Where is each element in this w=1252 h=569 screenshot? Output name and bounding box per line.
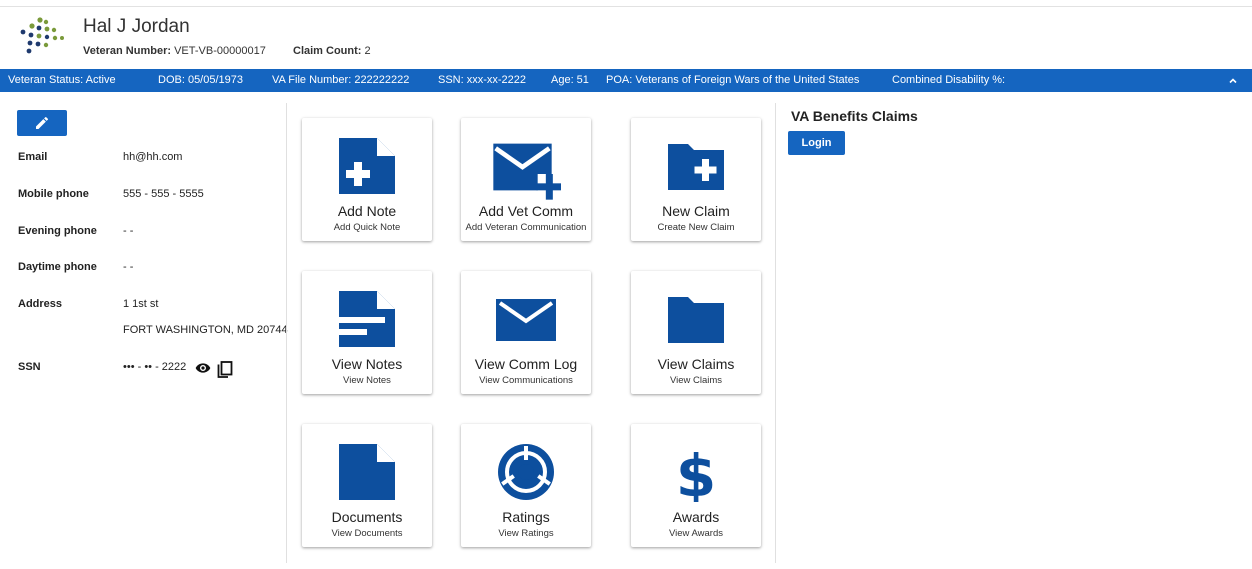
copy-icon[interactable] (217, 361, 233, 379)
chevron-up-icon[interactable] (1226, 74, 1240, 88)
evening-phone-value: - - (123, 225, 134, 237)
mail-add-icon (493, 143, 561, 200)
tile-subtitle: View Notes (343, 375, 391, 386)
tile-title: View Notes (331, 356, 403, 372)
tile-title: Add Note (337, 203, 397, 219)
tile-title: Ratings (502, 509, 550, 525)
tile-title: Awards (672, 509, 720, 525)
document-icon (339, 444, 395, 500)
tile-subtitle: View Awards (668, 528, 724, 539)
folder-add-icon (668, 144, 724, 190)
veteran-number: Veteran Number: VET-VB-00000017 (83, 45, 266, 57)
tile-add-vet-comm[interactable]: Add Vet Comm Add Veteran Communication (461, 118, 591, 241)
dollar-icon: $ (676, 442, 716, 502)
ssn-summary: SSN: xxx-xx-2222 (438, 74, 527, 86)
address-line2: FORT WASHINGTON, MD 20744 (123, 324, 288, 336)
folder-icon (668, 297, 724, 343)
claim-count-value: 2 (364, 45, 371, 57)
daytime-phone-value: - - (123, 261, 134, 273)
combined-disability: Combined Disability %: (892, 74, 1006, 86)
veteran-name: Hal J Jordan (83, 16, 190, 37)
claim-count-label: Claim Count: (293, 45, 362, 57)
veteran-number-value: VET-VB-00000017 (174, 45, 266, 57)
pencil-icon (36, 116, 49, 129)
veteran-status: Veteran Status: Active (8, 74, 116, 86)
tile-view-claims[interactable]: View Claims View Claims (631, 271, 761, 394)
ssn-masked-value: ••• - •• - 2222 (123, 361, 187, 373)
dob: DOB: 05/05/1973 (158, 74, 244, 86)
email-label: Email (18, 151, 48, 163)
tile-subtitle: View Documents (331, 528, 403, 539)
ssn-label: SSN (18, 361, 41, 373)
tile-subtitle: View Communications (479, 375, 573, 386)
right-divider (775, 103, 776, 563)
veteran-status-bar: Veteran Status: Active DOB: 05/05/1973 V… (0, 69, 1252, 92)
edit-contact-button[interactable] (17, 110, 67, 136)
left-divider (286, 103, 287, 563)
note-add-icon (339, 138, 395, 194)
tile-documents[interactable]: Documents View Documents (302, 424, 432, 547)
daytime-phone-label: Daytime phone (18, 261, 97, 273)
tile-title: View Claims (657, 356, 735, 372)
poa: POA: Veterans of Foreign Wars of the Uni… (606, 74, 860, 86)
tile-title: New Claim (662, 203, 730, 219)
tile-new-claim[interactable]: New Claim Create New Claim (631, 118, 761, 241)
tile-add-note[interactable]: Add Note Add Quick Note (302, 118, 432, 241)
evening-phone-label: Evening phone (18, 225, 97, 237)
mobile-phone-value: 555 - 555 - 5555 (123, 188, 204, 200)
veteran-header: Hal J Jordan Veteran Number: VET-VB-0000… (0, 8, 1252, 68)
mobile-phone-label: Mobile phone (18, 188, 89, 200)
svg-text:$: $ (676, 442, 716, 502)
top-divider (0, 6, 1252, 7)
veteran-number-label: Veteran Number: (83, 45, 172, 57)
email-value: hh@hh.com (123, 151, 183, 163)
eye-icon[interactable] (194, 360, 212, 376)
claim-count: Claim Count: 2 (293, 45, 371, 57)
tile-title: Add Vet Comm (478, 203, 574, 219)
tile-view-comm-log[interactable]: View Comm Log View Communications (461, 271, 591, 394)
mail-icon (496, 299, 556, 341)
tile-view-notes[interactable]: View Notes View Notes (302, 271, 432, 394)
tile-ratings[interactable]: Ratings View Ratings (461, 424, 591, 547)
tile-subtitle: Add Quick Note (333, 222, 401, 233)
tile-subtitle: Create New Claim (657, 222, 735, 233)
tile-awards[interactable]: $ Awards View Awards (631, 424, 761, 547)
va-file-number: VA File Number: 222222222 (272, 74, 410, 86)
tile-title: Documents (331, 509, 403, 525)
tile-subtitle: Add Veteran Communication (465, 222, 587, 233)
logo-icon (20, 17, 64, 54)
address-line1: 1 1st st (123, 298, 159, 310)
address-label: Address (18, 298, 63, 310)
ratings-icon (498, 444, 554, 500)
note-icon (339, 291, 395, 347)
tile-title: View Comm Log (474, 356, 578, 372)
tile-subtitle: View Ratings (498, 528, 554, 539)
login-button[interactable]: Login (788, 131, 845, 155)
va-benefits-claims-title: VA Benefits Claims (791, 108, 918, 124)
age: Age: 51 (551, 74, 589, 86)
tile-subtitle: View Claims (669, 375, 723, 386)
